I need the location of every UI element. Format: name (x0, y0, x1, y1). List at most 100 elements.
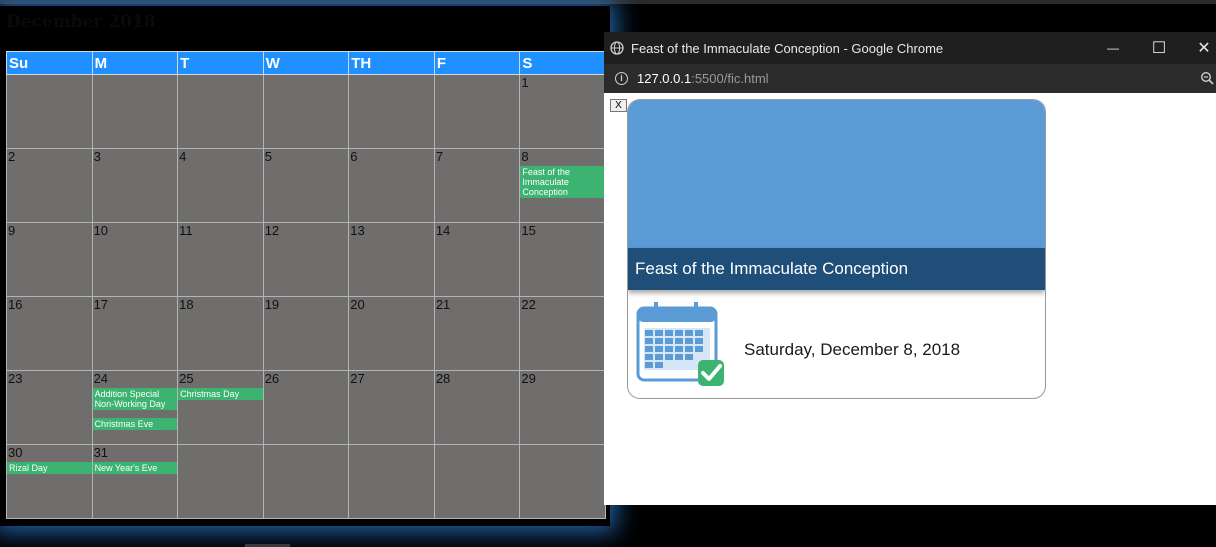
globe-icon (610, 41, 624, 55)
maximize-button[interactable]: ☐ (1136, 32, 1182, 64)
info-icon[interactable]: i (615, 72, 628, 85)
day-number: 3 (93, 149, 101, 164)
calendar-week-row: 30 Rizal Day 31 New Year's Eve (6, 444, 606, 519)
day-number: 11 (179, 223, 193, 238)
calendar-day-cell[interactable]: 16 (6, 296, 93, 371)
day-number: 15 (521, 223, 536, 238)
calendar-day-cell[interactable]: 21 (433, 296, 521, 371)
calendar-table: Su M T W TH F S 1 2 3 4 5 6 7 8 Feast of the Immaculat… (6, 51, 606, 519)
close-window-button[interactable]: ✕ (1181, 32, 1216, 64)
calendar-day-cell[interactable]: 2 (6, 148, 93, 223)
minimize-button[interactable]: — (1090, 32, 1136, 64)
weekday-header: TH (348, 51, 435, 75)
calendar-event[interactable]: New Year's Eve (92, 462, 178, 474)
day-number: 13 (350, 223, 365, 238)
calendar-day-cell[interactable]: 7 (433, 148, 521, 223)
day-number: 17 (93, 297, 109, 312)
day-number: 18 (179, 297, 194, 312)
calendar-day-cell[interactable]: 19 (262, 296, 350, 371)
calendar-day-cell[interactable]: 5 (262, 148, 350, 223)
calendar-day-cell[interactable]: 28 (433, 370, 521, 445)
day-number: 23 (8, 371, 23, 386)
calendar-body: 1 2 3 4 5 6 7 8 Feast of the Immaculate Concepti… (6, 74, 606, 519)
day-number: 10 (93, 223, 109, 238)
top-edge-bar (0, 0, 1216, 4)
calendar-day-cell[interactable] (177, 444, 264, 519)
day-number: 19 (264, 297, 280, 312)
calendar-day-cell[interactable]: 24 Addition Special Non-Working Day Christ… (91, 370, 179, 445)
card-banner (628, 100, 1045, 248)
calendar-event[interactable]: Christmas Day (178, 388, 263, 400)
calendar-day-cell[interactable]: 17 (91, 296, 179, 371)
card-body: Saturday, December 8, 2018 (628, 290, 1045, 396)
calendar-event[interactable]: Feast of the Immaculate Conception (520, 166, 605, 198)
day-number: 25 (179, 371, 194, 386)
calendar-day-cell[interactable] (348, 444, 435, 519)
calendar-event[interactable]: Addition Special Non-Working Day (92, 388, 178, 410)
weekday-header: W (262, 51, 350, 75)
calendar-day-cell[interactable] (177, 74, 264, 149)
calendar-day-cell[interactable] (6, 74, 93, 149)
calendar-day-cell[interactable]: 13 (348, 222, 435, 297)
calendar-day-cell[interactable]: 29 (519, 370, 606, 445)
calendar-day-cell[interactable] (519, 444, 606, 519)
calendar-day-cell[interactable]: 15 (519, 222, 606, 297)
calendar-day-cell[interactable]: 1 (519, 74, 606, 149)
weekday-header: M (91, 51, 179, 75)
calendar-day-cell[interactable] (262, 444, 350, 519)
day-number: 20 (350, 297, 365, 312)
calendar-day-cell[interactable] (433, 74, 521, 149)
day-number: 16 (8, 297, 23, 312)
calendar-day-cell[interactable]: 10 (91, 222, 179, 297)
weekday-header: S (519, 51, 606, 75)
calendar-day-cell[interactable]: 18 (177, 296, 264, 371)
calendar-page: December 2018 Su M T W TH F S 1 2 3 4 5 6 7 8 Feast of… (0, 6, 610, 526)
day-number: 28 (435, 371, 451, 386)
day-number: 26 (264, 371, 280, 386)
calendar-day-cell[interactable]: 3 (91, 148, 179, 223)
calendar-day-cell[interactable]: 8 Feast of the Immaculate Conception (519, 148, 606, 223)
calendar-day-cell[interactable]: 31 New Year's Eve (91, 444, 179, 519)
calendar-day-cell[interactable] (91, 74, 179, 149)
calendar-day-cell[interactable]: 30 Rizal Day (6, 444, 93, 519)
event-card: Feast of the Immaculate Conception Satur… (627, 99, 1046, 399)
calendar-day-cell[interactable]: 20 (348, 296, 435, 371)
close-icon: ✕ (1197, 40, 1211, 57)
calendar-day-cell[interactable]: 12 (262, 222, 350, 297)
calendar-day-cell[interactable]: 14 (433, 222, 521, 297)
calendar-day-cell[interactable]: 22 (519, 296, 606, 371)
calendar-day-cell[interactable]: 4 (177, 148, 264, 223)
calendar-event[interactable]: Rizal Day (7, 462, 92, 474)
close-popup-button[interactable]: X (610, 99, 627, 112)
popup-window: Feast of the Immaculate Conception - Goo… (604, 32, 1216, 505)
weekday-header-row: Su M T W TH F S (6, 51, 606, 75)
zoom-icon[interactable] (1200, 71, 1214, 85)
calendar-day-cell[interactable]: 23 (6, 370, 93, 445)
calendar-day-cell[interactable]: 9 (6, 222, 93, 297)
calendar-day-cell[interactable] (262, 74, 350, 149)
day-number: 1 (521, 75, 529, 90)
url-host: 127.0.0.1 (637, 71, 692, 86)
day-number: 29 (521, 371, 536, 386)
event-date: Saturday, December 8, 2018 (744, 340, 961, 359)
calendar-week-row: 23 24 Addition Special Non-Working Day Chri… (6, 370, 606, 445)
calendar-event[interactable]: Christmas Eve (92, 418, 178, 430)
window-titlebar[interactable]: Feast of the Immaculate Conception - Goo… (604, 32, 1216, 64)
day-number: 8 (521, 149, 529, 164)
calendar-day-cell[interactable] (433, 444, 521, 519)
day-number: 6 (350, 149, 358, 164)
calendar-day-cell[interactable]: 6 (348, 148, 435, 223)
day-number: 27 (350, 371, 365, 386)
calendar-day-cell[interactable]: 11 (177, 222, 264, 297)
calendar-day-cell[interactable]: 25 Christmas Day (177, 370, 264, 445)
url-path: :5500/fic.html (691, 71, 769, 86)
calendar-day-cell[interactable]: 26 (262, 370, 350, 445)
day-number: 12 (264, 223, 280, 238)
day-number: 2 (8, 149, 16, 164)
calendar-day-cell[interactable] (348, 74, 435, 149)
calendar-title: December 2018 (6, 12, 156, 32)
minimize-icon: — (1107, 41, 1119, 55)
day-number: 14 (435, 223, 451, 238)
address-bar[interactable]: i 127.0.0.1:5500/fic.html (604, 64, 1216, 93)
calendar-day-cell[interactable]: 27 (348, 370, 435, 445)
